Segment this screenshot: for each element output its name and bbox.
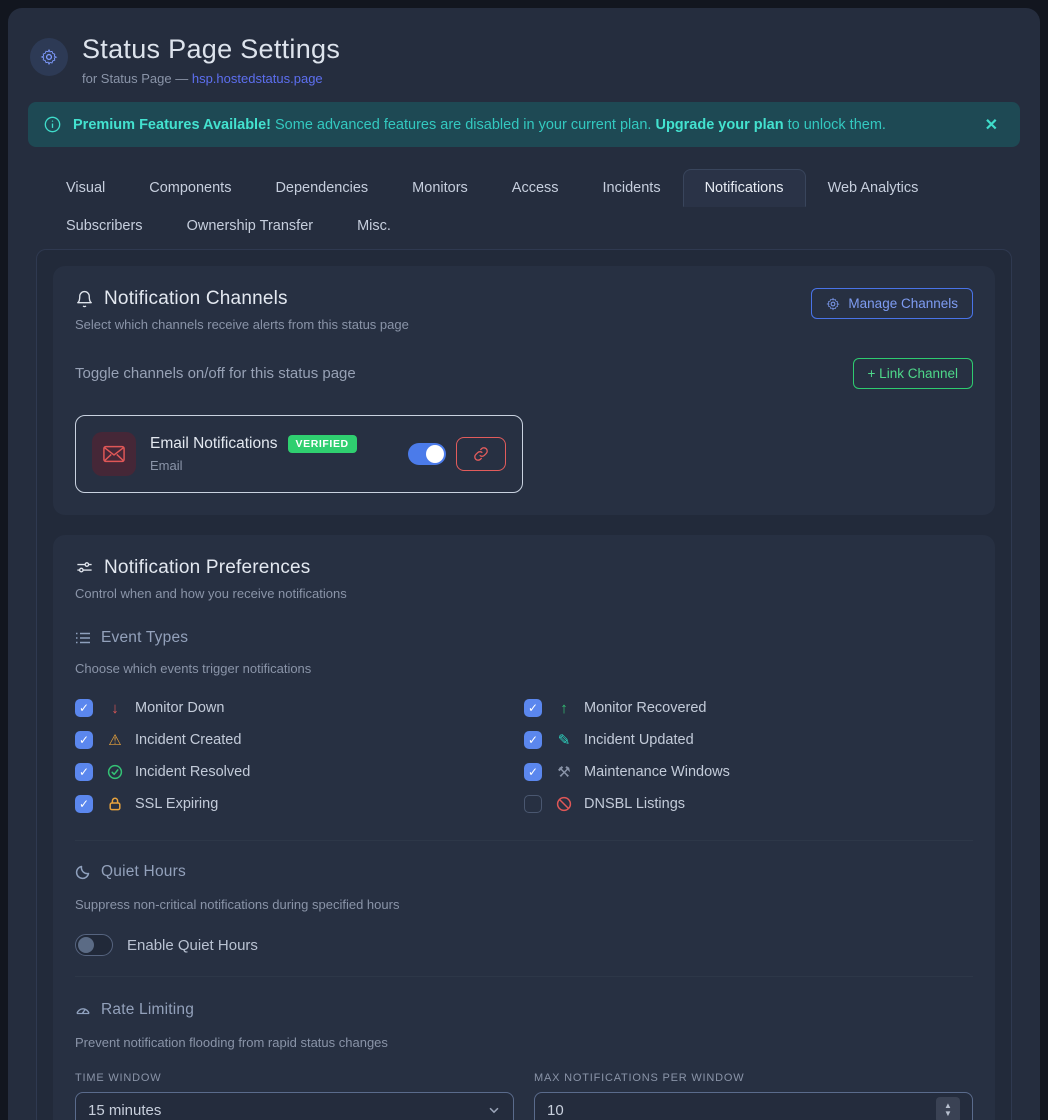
- event-type-row: ✓ ✎ Incident Updated: [524, 724, 973, 756]
- check-circle-icon: [105, 764, 125, 780]
- event-type-label: Incident Resolved: [135, 764, 250, 780]
- email-channel-card: Email Notifications VERIFIED Email: [75, 415, 523, 493]
- tab-visual[interactable]: Visual: [44, 169, 127, 207]
- checkbox[interactable]: ✓: [524, 731, 542, 749]
- gear-icon: [30, 38, 68, 76]
- link-icon: [473, 446, 489, 462]
- verified-badge: VERIFIED: [288, 435, 357, 453]
- event-type-label: Monitor Down: [135, 700, 224, 716]
- email-channel-toggle[interactable]: [408, 443, 446, 465]
- tab-monitors[interactable]: Monitors: [390, 169, 490, 207]
- max-notifications-input[interactable]: 10 ▲▼: [534, 1092, 973, 1120]
- time-window-label: TIME WINDOW: [75, 1072, 514, 1084]
- quiet-hours-subtitle: Suppress non-critical notifications duri…: [75, 897, 973, 912]
- premium-banner-text: Premium Features Available! Some advance…: [73, 117, 969, 133]
- arrow-up-icon: ↑: [554, 700, 574, 717]
- quiet-hours-toggle[interactable]: [75, 934, 113, 956]
- divider: [75, 840, 973, 841]
- subtitle-prefix: for Status Page —: [82, 71, 192, 86]
- tab-subscribers[interactable]: Subscribers: [44, 207, 165, 245]
- lock-icon: [105, 796, 125, 812]
- chevron-down-icon: [487, 1103, 501, 1117]
- banner-bold-text: Premium Features Available!: [73, 117, 271, 133]
- tab-ownership-transfer[interactable]: Ownership Transfer: [165, 207, 336, 245]
- event-type-label: Incident Updated: [584, 732, 694, 748]
- gear-icon: [826, 297, 840, 311]
- rate-limiting-heading: Rate Limiting: [75, 1001, 973, 1019]
- channel-name: Email Notifications: [150, 435, 278, 453]
- channels-section-title: Notification Channels: [75, 288, 409, 310]
- time-window-select[interactable]: 15 minutes: [75, 1092, 514, 1120]
- gauge-icon: [75, 1002, 91, 1018]
- tab-components[interactable]: Components: [127, 169, 253, 207]
- page-header: Status Page Settings for Status Page — h…: [8, 8, 1040, 86]
- event-type-label: SSL Expiring: [135, 796, 218, 812]
- close-icon[interactable]: ✕: [981, 111, 1002, 139]
- page-subtitle: for Status Page — hsp.hostedstatus.page: [82, 71, 340, 86]
- event-type-row: ✓ Incident Resolved: [75, 756, 524, 788]
- pencil-icon: ✎: [554, 731, 574, 749]
- preferences-section-title: Notification Preferences: [75, 557, 973, 579]
- event-types-subtitle: Choose which events trigger notification…: [75, 661, 973, 676]
- divider: [75, 976, 973, 977]
- unlink-channel-button[interactable]: [456, 437, 506, 471]
- event-type-label: Incident Created: [135, 732, 241, 748]
- event-type-row: ✓ ⚒ Maintenance Windows: [524, 756, 973, 788]
- event-type-row: DNSBL Listings: [524, 788, 973, 820]
- quiet-hours-toggle-label: Enable Quiet Hours: [127, 937, 258, 954]
- event-type-row: ✓ ↓ Monitor Down: [75, 692, 524, 724]
- notification-preferences-section: Notification Preferences Control when an…: [53, 535, 995, 1120]
- tab-incidents[interactable]: Incidents: [581, 169, 683, 207]
- notification-channels-section: Notification Channels Select which chann…: [53, 266, 995, 515]
- checkbox[interactable]: ✓: [524, 699, 542, 717]
- status-page-link[interactable]: hsp.hostedstatus.page: [192, 71, 323, 86]
- event-types-grid: ✓ ↓ Monitor Down ✓ ↑ Monitor Recovered ✓ ⚠ Incid…: [75, 692, 973, 820]
- tools-icon: ⚒: [554, 763, 574, 781]
- tab-notifications[interactable]: Notifications: [683, 169, 806, 207]
- preferences-section-subtitle: Control when and how you receive notific…: [75, 586, 973, 601]
- tab-dependencies[interactable]: Dependencies: [253, 169, 390, 207]
- info-icon: [44, 116, 61, 133]
- email-icon: [92, 432, 136, 476]
- page-title: Status Page Settings: [82, 34, 340, 65]
- checkbox[interactable]: ✓: [75, 763, 93, 781]
- event-type-row: ✓ ↑ Monitor Recovered: [524, 692, 973, 724]
- checkbox[interactable]: ✓: [524, 763, 542, 781]
- upgrade-plan-link[interactable]: Upgrade your plan: [655, 117, 783, 133]
- event-type-label: Monitor Recovered: [584, 700, 707, 716]
- quiet-hours-heading: Quiet Hours: [75, 863, 973, 881]
- event-type-label: DNSBL Listings: [584, 796, 685, 812]
- event-type-row: ✓ ⚠ Incident Created: [75, 724, 524, 756]
- rate-limiting-subtitle: Prevent notification flooding from rapid…: [75, 1035, 973, 1050]
- manage-channels-button[interactable]: Manage Channels: [811, 288, 973, 319]
- tab-access[interactable]: Access: [490, 169, 581, 207]
- channels-section-subtitle: Select which channels receive alerts fro…: [75, 317, 409, 332]
- ban-icon: [554, 796, 574, 812]
- premium-banner: Premium Features Available! Some advance…: [28, 102, 1020, 147]
- tab-misc[interactable]: Misc.: [335, 207, 413, 245]
- event-types-heading: Event Types: [75, 629, 973, 647]
- toggle-channels-hint: Toggle channels on/off for this status p…: [75, 365, 356, 382]
- event-type-label: Maintenance Windows: [584, 764, 730, 780]
- channel-type: Email: [150, 458, 394, 473]
- settings-panel: Status Page Settings for Status Page — h…: [8, 8, 1040, 1120]
- checkbox[interactable]: ✓: [75, 795, 93, 813]
- checkbox[interactable]: [524, 795, 542, 813]
- notifications-tab-content: Notification Channels Select which chann…: [36, 249, 1012, 1120]
- moon-icon: [75, 864, 91, 880]
- checkbox[interactable]: ✓: [75, 699, 93, 717]
- sliders-icon: [75, 559, 94, 578]
- tab-web-analytics[interactable]: Web Analytics: [806, 169, 941, 207]
- event-type-row: ✓ SSL Expiring: [75, 788, 524, 820]
- link-channel-button[interactable]: + Link Channel: [853, 358, 973, 389]
- settings-tabs: VisualComponentsDependenciesMonitorsAcce…: [44, 169, 1004, 245]
- warning-icon: ⚠: [105, 731, 125, 749]
- max-notifications-label: MAX NOTIFICATIONS PER WINDOW: [534, 1072, 973, 1084]
- number-stepper-icon[interactable]: ▲▼: [936, 1097, 960, 1120]
- bell-icon: [75, 290, 94, 309]
- list-icon: [75, 630, 91, 646]
- arrow-down-icon: ↓: [105, 700, 125, 717]
- checkbox[interactable]: ✓: [75, 731, 93, 749]
